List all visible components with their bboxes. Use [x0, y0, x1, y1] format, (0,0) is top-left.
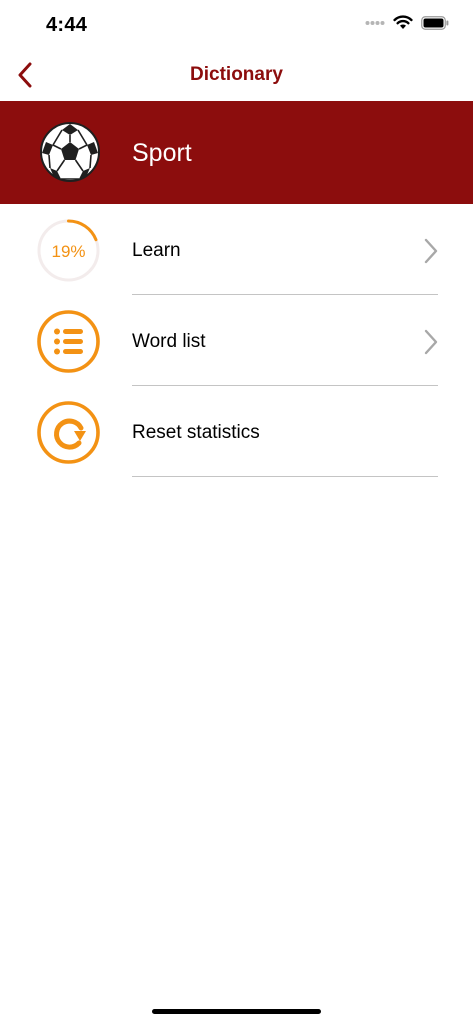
navigation-bar: Dictionary [0, 50, 473, 101]
reset-statistics-row[interactable]: Reset statistics [0, 386, 473, 477]
home-indicator[interactable] [152, 1009, 321, 1014]
list-icon [37, 310, 100, 373]
progress-ring-icon: 19% [37, 219, 100, 282]
reset-icon [37, 401, 100, 464]
status-time: 4:44 [46, 14, 88, 36]
cellular-signal-icon [365, 20, 385, 25]
soccer-ball-icon [40, 122, 100, 182]
chevron-right-icon [424, 238, 438, 264]
chevron-right-icon [424, 329, 438, 355]
divider [132, 476, 438, 477]
progress-text: 19% [51, 242, 85, 261]
word-list-row[interactable]: Word list [0, 295, 473, 386]
page-title: Dictionary [190, 64, 283, 85]
category-header: Sport [0, 101, 473, 204]
word-list-label: Word list [132, 331, 206, 352]
reset-statistics-label: Reset statistics [132, 422, 260, 443]
status-bar: 4:44 [0, 0, 473, 50]
battery-icon [421, 15, 449, 30]
learn-row[interactable]: 19% Learn [0, 204, 473, 295]
status-icons [365, 15, 449, 30]
learn-label: Learn [132, 240, 181, 261]
category-title: Sport [132, 139, 192, 167]
wifi-icon [393, 15, 413, 29]
